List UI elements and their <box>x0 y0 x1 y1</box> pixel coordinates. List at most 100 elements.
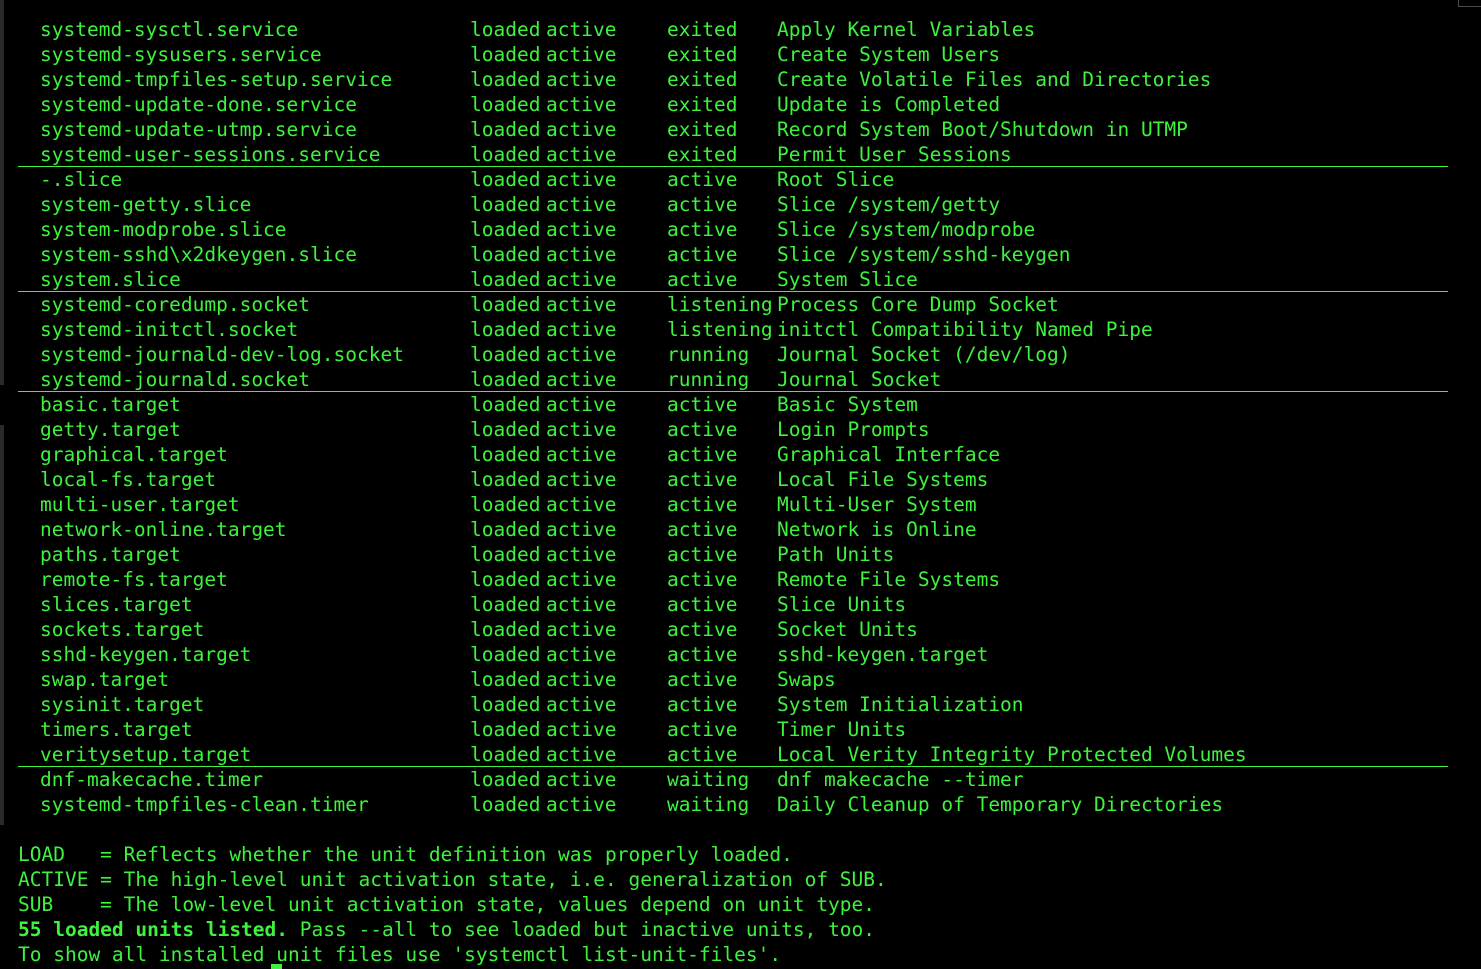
unit-load-state: loaded <box>470 443 541 466</box>
unit-active-state: active <box>546 68 617 91</box>
unit-row: systemd-coredump.socket loaded active liste… <box>18 292 1448 317</box>
unit-row: veritysetup.target loaded active active Loca… <box>18 742 1448 767</box>
unit-name: multi-user.target <box>40 493 240 516</box>
unit-description: Network is Online <box>777 518 977 541</box>
unit-name: sshd-keygen.target <box>40 643 252 666</box>
unit-description: Apply Kernel Variables <box>777 18 1036 41</box>
unit-sub-state: active <box>667 418 738 441</box>
unit-sub-state: running <box>667 343 750 366</box>
unit-name: systemd-initctl.socket <box>40 318 299 341</box>
unit-name: system-sshd\x2dkeygen.slice <box>40 243 357 266</box>
unit-active-state: active <box>546 768 617 791</box>
unit-sub-state: exited <box>667 143 738 166</box>
unit-name: systemd-update-utmp.service <box>40 118 357 141</box>
unit-row: systemd-sysctl.service loaded active exited… <box>18 17 1448 42</box>
unit-name: getty.target <box>40 418 181 441</box>
unit-sub-state: active <box>667 393 738 416</box>
left-edge-mark <box>0 425 4 825</box>
unit-active-state: active <box>546 393 617 416</box>
unit-sub-state: active <box>667 493 738 516</box>
unit-name: sockets.target <box>40 618 205 641</box>
unit-load-state: loaded <box>470 218 541 241</box>
unit-row: multi-user.target loaded active active Multi… <box>18 492 1448 517</box>
unit-name: graphical.target <box>40 443 228 466</box>
unit-active-state: active <box>546 168 617 191</box>
unit-row: basic.target loaded active active Basic Syst… <box>18 392 1448 417</box>
unit-name: dnf-makecache.timer <box>40 768 264 791</box>
unit-active-state: active <box>546 718 617 741</box>
unit-description: Journal Socket <box>777 368 942 391</box>
legend-load: LOAD = Reflects whether the unit definit… <box>18 843 793 866</box>
unit-description: Graphical Interface <box>777 443 1001 466</box>
unit-sub-state: active <box>667 718 738 741</box>
unit-active-state: active <box>546 493 617 516</box>
unit-sub-state: active <box>667 618 738 641</box>
unit-description: Record System Boot/Shutdown in UTMP <box>777 118 1188 141</box>
legend-sub: SUB = The low-level unit activation stat… <box>18 893 876 916</box>
unit-load-state: loaded <box>470 243 541 266</box>
unit-sub-state: active <box>667 568 738 591</box>
unit-name: timers.target <box>40 718 193 741</box>
unit-description: Slice /system/modprobe <box>777 218 1036 241</box>
unit-sub-state: exited <box>667 18 738 41</box>
unit-active-state: active <box>546 593 617 616</box>
unit-sub-state: exited <box>667 43 738 66</box>
legend: LOAD = Reflects whether the unit definit… <box>18 842 1448 967</box>
unit-name: system-getty.slice <box>40 193 252 216</box>
unit-active-state: active <box>546 368 617 391</box>
unit-load-state: loaded <box>470 743 541 766</box>
unit-description: Multi-User System <box>777 493 977 516</box>
unit-active-state: active <box>546 743 617 766</box>
unit-description: Create System Users <box>777 43 1001 66</box>
unit-description: Local Verity Integrity Protected Volumes <box>777 743 1247 766</box>
unit-name: remote-fs.target <box>40 568 228 591</box>
unit-row: swap.target loaded active active Swaps <box>18 667 1448 692</box>
unit-row: graphical.target loaded active active Graphi… <box>18 442 1448 467</box>
unit-sub-state: active <box>667 218 738 241</box>
unit-active-state: active <box>546 268 617 291</box>
unit-description: Timer Units <box>777 718 907 741</box>
unit-load-state: loaded <box>470 643 541 666</box>
unit-active-state: active <box>546 543 617 566</box>
unit-active-state: active <box>546 518 617 541</box>
window-corner-mark <box>1458 0 1481 7</box>
unit-name: system.slice <box>40 268 181 291</box>
unit-active-state: active <box>546 143 617 166</box>
unit-load-state: loaded <box>470 568 541 591</box>
unit-row: systemd-tmpfiles-clean.timer loaded active… <box>18 792 1448 817</box>
unit-description: Slice /system/sshd-keygen <box>777 243 1071 266</box>
unit-sub-state: active <box>667 193 738 216</box>
unit-sub-state: active <box>667 693 738 716</box>
summary-text: Pass --all to see loaded but inactive un… <box>288 918 876 941</box>
unit-active-state: active <box>546 43 617 66</box>
unit-load-state: loaded <box>470 118 541 141</box>
unit-name: sysinit.target <box>40 693 205 716</box>
unit-sub-state: waiting <box>667 793 750 816</box>
unit-active-state: active <box>546 93 617 116</box>
unit-description: Swaps <box>777 668 836 691</box>
unit-load-state: loaded <box>470 518 541 541</box>
unit-description: Permit User Sessions <box>777 143 1012 166</box>
unit-row: systemd-update-utmp.service loaded active e… <box>18 117 1448 142</box>
unit-load-state: loaded <box>470 468 541 491</box>
unit-active-state: active <box>546 693 617 716</box>
unit-load-state: loaded <box>470 793 541 816</box>
unit-active-state: active <box>546 618 617 641</box>
unit-load-state: loaded <box>470 268 541 291</box>
unit-active-state: active <box>546 568 617 591</box>
terminal-window[interactable]: systemd-sysctl.service loaded active exited… <box>0 0 1481 969</box>
unit-description: Path Units <box>777 543 895 566</box>
unit-name: systemd-sysusers.service <box>40 43 322 66</box>
unit-active-state: active <box>546 193 617 216</box>
unit-description: Update is Completed <box>777 93 1001 116</box>
unit-name: paths.target <box>40 543 181 566</box>
left-edge-mark <box>0 0 4 385</box>
unit-row: systemd-journald.socket loaded active runni… <box>18 367 1448 392</box>
unit-description: System Slice <box>777 268 918 291</box>
unit-name: slices.target <box>40 593 193 616</box>
unit-row: system-getty.slice loaded active active Slic… <box>18 192 1448 217</box>
unit-row: systemd-sysusers.service loaded active exit… <box>18 42 1448 67</box>
unit-row: sockets.target loaded active active Socket U… <box>18 617 1448 642</box>
unit-row: systemd-update-done.service loaded active e… <box>18 92 1448 117</box>
unit-active-state: active <box>546 643 617 666</box>
